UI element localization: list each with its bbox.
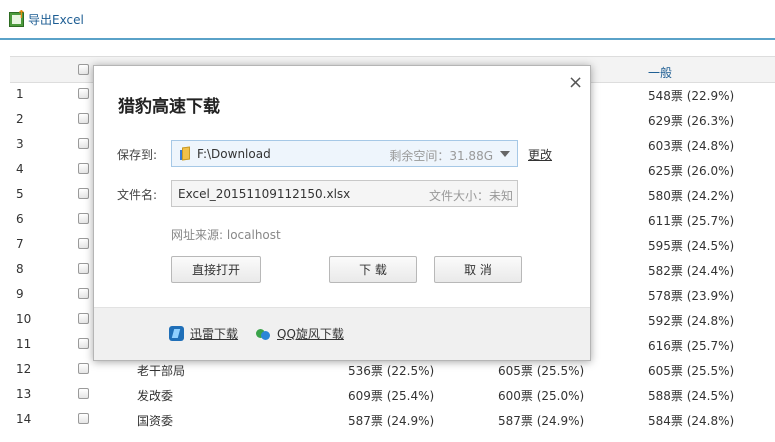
checkbox-icon[interactable] bbox=[78, 163, 89, 174]
row-checkbox[interactable] bbox=[78, 213, 89, 227]
row-number: 13 bbox=[16, 387, 32, 401]
vote-cell: 587票 (24.9%) bbox=[498, 414, 585, 428]
vote-cell: 600票 (25.0%) bbox=[498, 389, 585, 403]
vote-cell: 587票 (24.9%) bbox=[348, 414, 435, 428]
excel-export-icon bbox=[9, 8, 26, 27]
checkbox-icon[interactable] bbox=[78, 238, 89, 249]
row-checkbox[interactable] bbox=[78, 238, 89, 252]
xunlei-download-link[interactable]: 迅雷下载 bbox=[169, 325, 238, 342]
qq-whirlwind-icon bbox=[256, 327, 271, 341]
row-number: 6 bbox=[16, 212, 24, 226]
row-number: 11 bbox=[16, 337, 32, 351]
row-number: 8 bbox=[16, 262, 24, 276]
close-icon[interactable]: × bbox=[568, 73, 583, 93]
column-header-general[interactable]: 一般 bbox=[648, 64, 672, 81]
checkbox-icon[interactable] bbox=[78, 413, 89, 424]
download-button[interactable]: 下 载 bbox=[329, 256, 417, 283]
folder-icon bbox=[180, 146, 192, 161]
qq-download-link[interactable]: QQ旋风下载 bbox=[256, 325, 344, 342]
checkbox-icon[interactable] bbox=[78, 113, 89, 124]
vote-cell-general: 582票 (24.4%) bbox=[648, 264, 735, 278]
row-number: 5 bbox=[16, 187, 24, 201]
source-url-text: 网址来源: localhost bbox=[171, 228, 281, 242]
toolbar: 导出Excel bbox=[0, 0, 775, 40]
save-path-value: F:\Download bbox=[197, 147, 271, 161]
checkbox-icon[interactable] bbox=[78, 138, 89, 149]
row-number: 4 bbox=[16, 162, 24, 176]
vote-cell-general: 588票 (24.5%) bbox=[648, 389, 735, 403]
vote-cell-general: 629票 (26.3%) bbox=[648, 114, 735, 128]
vote-cell-general: 603票 (24.8%) bbox=[648, 139, 735, 153]
row-checkbox[interactable] bbox=[78, 338, 89, 352]
vote-cell-general: 605票 (25.5%) bbox=[648, 364, 735, 378]
qq-download-label: QQ旋风下载 bbox=[277, 327, 344, 341]
vote-cell: 605票 (25.5%) bbox=[498, 364, 585, 378]
filename-value: Excel_20151109112150.xlsx bbox=[178, 187, 351, 201]
row-number: 3 bbox=[16, 137, 24, 151]
table-row[interactable]: 13 发改委 609票 (25.4%) 600票 (25.0%) 588票 (24.5%… bbox=[10, 383, 775, 408]
department-name: 国资委 bbox=[137, 414, 174, 428]
row-number: 9 bbox=[16, 287, 24, 301]
vote-cell-general: 592票 (24.8%) bbox=[648, 314, 735, 328]
vote-cell: 609票 (25.4%) bbox=[348, 389, 435, 403]
row-checkbox[interactable] bbox=[78, 163, 89, 177]
filesize-text: 文件大小：未知 bbox=[428, 189, 513, 203]
checkbox-icon[interactable] bbox=[78, 338, 89, 349]
row-number: 1 bbox=[16, 87, 24, 101]
vote-cell-general: 580票 (24.2%) bbox=[648, 189, 735, 203]
row-checkbox[interactable] bbox=[78, 413, 89, 427]
department-name: 老干部局 bbox=[137, 364, 186, 378]
vote-cell-general: 611票 (25.7%) bbox=[648, 214, 735, 228]
export-excel-button[interactable]: 导出Excel bbox=[9, 8, 84, 28]
vote-cell-general: 595票 (24.5%) bbox=[648, 239, 735, 253]
vote-cell: 536票 (22.5%) bbox=[348, 364, 435, 378]
row-number: 2 bbox=[16, 112, 24, 126]
checkbox-icon[interactable] bbox=[78, 288, 89, 299]
row-checkbox[interactable] bbox=[78, 363, 89, 377]
change-path-link[interactable]: 更改 bbox=[528, 146, 552, 163]
row-checkbox[interactable] bbox=[78, 188, 89, 202]
checkbox-icon[interactable] bbox=[78, 213, 89, 224]
vote-cell-general: 584票 (24.8%) bbox=[648, 414, 735, 428]
department-name: 发改委 bbox=[137, 389, 174, 403]
vote-cell-general: 578票 (23.9%) bbox=[648, 289, 735, 303]
xunlei-icon bbox=[169, 326, 184, 341]
row-number: 14 bbox=[16, 412, 32, 426]
save-path-select[interactable]: F:\Download 剩余空间：31.88G bbox=[171, 140, 518, 167]
row-checkbox[interactable] bbox=[78, 113, 89, 127]
chevron-down-icon[interactable] bbox=[500, 151, 510, 157]
row-checkbox[interactable] bbox=[78, 138, 89, 152]
row-checkbox[interactable] bbox=[78, 288, 89, 302]
table-row[interactable]: 12 老干部局 536票 (22.5%) 605票 (25.5%) 605票 (25.5… bbox=[10, 358, 775, 383]
row-checkbox[interactable] bbox=[78, 263, 89, 277]
cancel-button[interactable]: 取 消 bbox=[434, 256, 522, 283]
row-checkbox[interactable] bbox=[78, 88, 89, 102]
checkbox-icon[interactable] bbox=[78, 363, 89, 374]
table-row[interactable]: 14 国资委 587票 (24.9%) 587票 (24.9%) 584票 (24.8%… bbox=[10, 408, 775, 433]
checkbox-icon[interactable] bbox=[78, 263, 89, 274]
dialog-footer: 迅雷下载 QQ旋风下载 bbox=[94, 307, 590, 360]
filename-label: 文件名: bbox=[117, 188, 158, 202]
checkbox-icon[interactable] bbox=[78, 388, 89, 399]
row-number: 12 bbox=[16, 362, 32, 376]
xunlei-download-label: 迅雷下载 bbox=[190, 327, 239, 341]
export-excel-label: 导出Excel bbox=[28, 13, 84, 27]
save-to-label: 保存到: bbox=[117, 148, 158, 162]
filename-field[interactable]: Excel_20151109112150.xlsx 文件大小：未知 bbox=[171, 180, 518, 207]
dialog-title: 猎豹高速下载 bbox=[118, 97, 220, 117]
row-number: 10 bbox=[16, 312, 32, 326]
free-space-text: 剩余空间：31.88G bbox=[389, 149, 493, 163]
row-checkbox[interactable] bbox=[78, 313, 89, 327]
row-number: 7 bbox=[16, 237, 24, 251]
checkbox-icon[interactable] bbox=[78, 188, 89, 199]
download-dialog: 猎豹高速下载 × 保存到: F:\Download 剩余空间：31.88G 更改… bbox=[93, 65, 591, 361]
vote-cell-general: 548票 (22.9%) bbox=[648, 89, 735, 103]
vote-cell-general: 616票 (25.7%) bbox=[648, 339, 735, 353]
select-all-checkbox[interactable] bbox=[78, 64, 89, 75]
open-directly-button[interactable]: 直接打开 bbox=[171, 256, 261, 283]
vote-cell-general: 625票 (26.0%) bbox=[648, 164, 735, 178]
row-checkbox[interactable] bbox=[78, 388, 89, 402]
checkbox-icon[interactable] bbox=[78, 313, 89, 324]
checkbox-icon[interactable] bbox=[78, 88, 89, 99]
